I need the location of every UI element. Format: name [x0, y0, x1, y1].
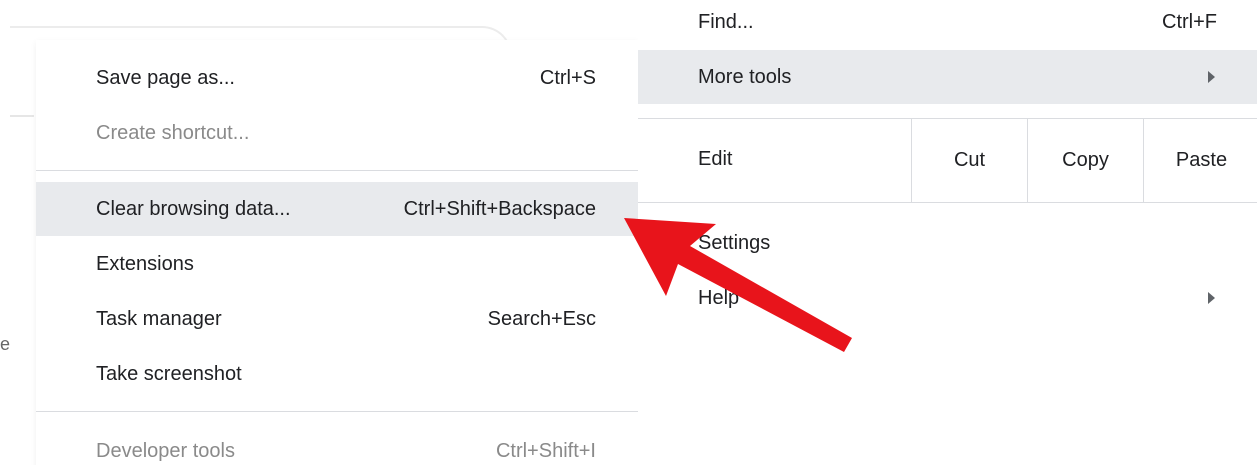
screenshot-stage: e Save page as... Ctrl+S Create shortcut… [0, 0, 1257, 465]
menu-separator [36, 411, 638, 412]
background-divider [10, 115, 34, 117]
menu-item-label: Take screenshot [96, 362, 242, 385]
menu-item-label: Create shortcut... [96, 121, 250, 144]
menu-item-developer-tools: Developer tools Ctrl+Shift+I [36, 424, 638, 465]
background-text-fragment: e [0, 334, 11, 354]
menu-item-shortcut: Ctrl+S [539, 66, 596, 89]
menu-item-shortcut: Search+Esc [487, 307, 596, 330]
menu-item-more-tools[interactable]: More tools [638, 50, 1257, 104]
more-tools-submenu: Save page as... Ctrl+S Create shortcut..… [36, 40, 638, 465]
menu-item-label: Task manager [96, 307, 222, 330]
menu-item-shortcut: Ctrl+Shift+Backspace [403, 197, 596, 220]
browser-main-menu: Find... Ctrl+F More tools Edit Cut Copy … [638, 0, 1257, 465]
menu-item-shortcut: Ctrl+F [1162, 10, 1217, 33]
chevron-right-icon [1208, 71, 1215, 83]
copy-button[interactable]: Copy [1027, 118, 1143, 202]
menu-item-settings[interactable]: Settings [638, 216, 1257, 270]
menu-item-label: Developer tools [96, 439, 235, 462]
menu-separator [36, 170, 638, 171]
menu-item-label: Extensions [96, 252, 194, 275]
menu-item-label: Find... [698, 10, 754, 33]
paste-button[interactable]: Paste [1143, 118, 1257, 202]
menu-item-create-shortcut: Create shortcut... [36, 106, 638, 160]
menu-item-label: Save page as... [96, 66, 235, 89]
menu-item-extensions[interactable]: Extensions [36, 237, 638, 291]
menu-item-task-manager[interactable]: Task manager Search+Esc [36, 292, 638, 346]
menu-item-label: Help [698, 286, 740, 309]
menu-item-shortcut: Ctrl+Shift+I [495, 439, 596, 462]
menu-item-label: More tools [698, 65, 792, 88]
edit-row: Edit Cut Copy Paste [638, 118, 1257, 202]
menu-item-label: Settings [698, 231, 771, 254]
cut-button[interactable]: Cut [911, 118, 1027, 202]
menu-item-save-page-as[interactable]: Save page as... Ctrl+S [36, 51, 638, 105]
edit-label: Edit [698, 148, 733, 170]
menu-item-find[interactable]: Find... Ctrl+F [638, 0, 1257, 49]
chevron-right-icon [1208, 292, 1215, 304]
menu-item-clear-browsing-data[interactable]: Clear browsing data... Ctrl+Shift+Backsp… [36, 182, 638, 236]
menu-item-label: Clear browsing data... [96, 197, 291, 220]
menu-separator [638, 202, 1257, 203]
menu-item-help[interactable]: Help [638, 271, 1257, 325]
menu-item-take-screenshot[interactable]: Take screenshot [36, 347, 638, 401]
